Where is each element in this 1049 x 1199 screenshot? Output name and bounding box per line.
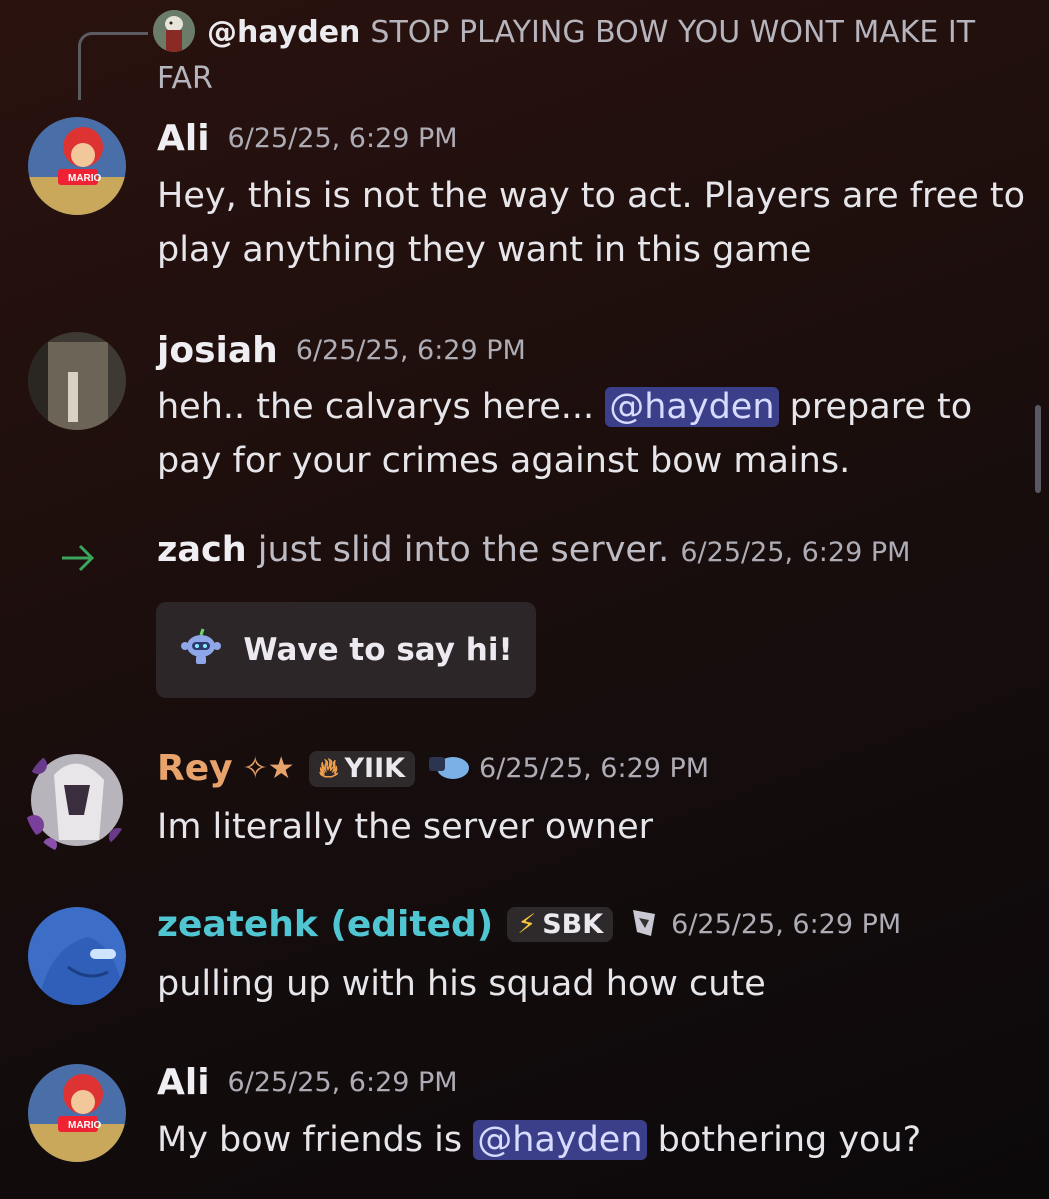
username[interactable]: zeatehk (edited) [157, 904, 493, 945]
username[interactable]: Ali [157, 1062, 210, 1103]
avatar[interactable]: MARIO [28, 1064, 126, 1162]
timestamp: 6/25/25, 6:29 PM [295, 335, 526, 366]
avatar[interactable]: MARIO [28, 117, 126, 215]
username[interactable]: josiah [157, 330, 278, 371]
wave-label: Wave to say hi! [243, 632, 513, 668]
user-mention[interactable]: @hayden [473, 1120, 647, 1160]
message-text: heh.. the calvarys here... @hayden prepa… [157, 380, 972, 488]
wave-sticker-icon [179, 626, 223, 674]
user-mention[interactable]: @hayden [605, 387, 779, 427]
message-fragment: prepare to [778, 387, 973, 427]
svg-text:MARIO: MARIO [68, 1120, 102, 1131]
message-text: pulling up with his squad how cute [157, 964, 766, 1004]
message-line: pay for your crimes against bow mains. [157, 441, 851, 481]
message-line: play anything they want in this game [157, 230, 812, 270]
join-message: zach just slid into the server. 6/25/25,… [157, 530, 910, 570]
role-icon [629, 906, 659, 944]
message-fragment: My bow friends is [157, 1120, 474, 1160]
timestamp: 6/25/25, 6:29 PM [479, 753, 710, 784]
svg-text:MARIO: MARIO [68, 173, 102, 184]
server-tag[interactable]: 🔥︎ YIIK [308, 750, 416, 787]
reply-spine [78, 32, 148, 100]
message-fragment: heh.. the calvarys here... [157, 387, 606, 427]
message-header: zeatehk (edited) ⚡︎ SBK 6/25/25, 6:29 PM [157, 904, 901, 945]
lightning-icon: ⚡︎ [517, 909, 537, 940]
avatar[interactable] [28, 907, 126, 1005]
scrollbar[interactable] [1035, 405, 1041, 493]
sparkle-star-icon: ✧★ [242, 751, 295, 786]
message-header: Ali 6/25/25, 6:29 PM [157, 1062, 458, 1103]
arrow-right-icon [60, 534, 96, 583]
message-line: Hey, this is not the way to act. Players… [157, 176, 1026, 216]
reply-author[interactable]: @hayden [207, 15, 360, 50]
joined-username[interactable]: zach [157, 530, 247, 570]
username[interactable]: Rey [157, 748, 233, 789]
wave-button[interactable]: Wave to say hi! [156, 602, 536, 698]
timestamp: 6/25/25, 6:29 PM [680, 537, 911, 568]
message-header: Ali 6/25/25, 6:29 PM [157, 118, 458, 159]
flame-icon: 🔥︎ [318, 752, 339, 784]
timestamp: 6/25/25, 6:29 PM [227, 1067, 458, 1098]
message-text: My bow friends is @hayden bothering you? [157, 1113, 921, 1167]
timestamp: 6/25/25, 6:29 PM [671, 909, 902, 940]
timestamp: 6/25/25, 6:29 PM [227, 123, 458, 154]
message-header: josiah 6/25/25, 6:29 PM [157, 330, 526, 371]
message-header: Rey ✧★ 🔥︎ YIIK 6/25/25, 6:29 PM [157, 748, 709, 789]
username[interactable]: Ali [157, 118, 210, 159]
message-fragment: bothering you? [646, 1120, 922, 1160]
server-tag-label: SBK [542, 909, 604, 940]
message-text: Hey, this is not the way to act. Players… [157, 169, 1025, 277]
server-tag[interactable]: ⚡︎ SBK [507, 907, 614, 942]
role-icon [425, 751, 471, 787]
message-text: Im literally the server owner [157, 807, 653, 847]
server-tag-label: YIIK [344, 753, 406, 784]
avatar[interactable] [28, 332, 126, 430]
avatar[interactable] [24, 745, 130, 855]
join-text: just slid into the server. [246, 530, 681, 570]
reply-preview[interactable]: @hayden STOP PLAYING BOW YOU WONT MAKE IT… [157, 10, 1007, 102]
